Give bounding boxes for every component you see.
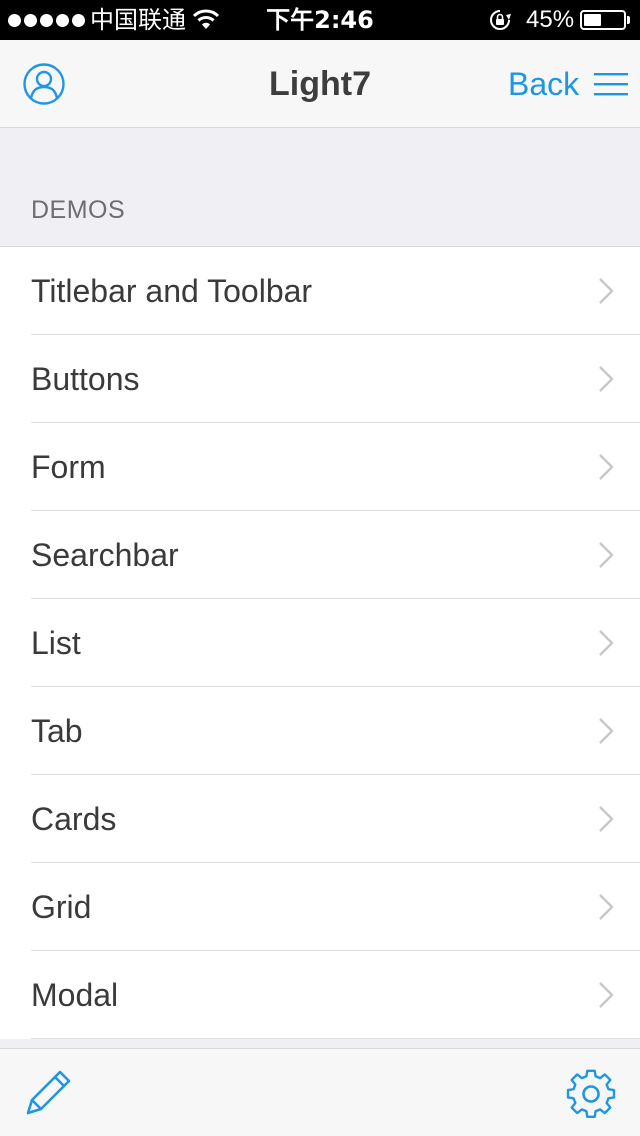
chevron-right-icon	[599, 894, 614, 920]
section-header: DEMOS	[31, 196, 126, 224]
chevron-right-icon	[599, 542, 614, 568]
list-item-label: Modal	[31, 977, 119, 1013]
list-item-modal[interactable]: Modal	[0, 951, 640, 1039]
list-item-titlebar-and-toolbar[interactable]: Titlebar and Toolbar	[0, 247, 640, 335]
list-item-grid[interactable]: Grid	[0, 863, 640, 951]
list-item-label: Titlebar and Toolbar	[31, 273, 313, 309]
app-screen: 中国联通 下午2:46 45% Light7 Back DEMOS Titleb…	[0, 0, 640, 1136]
list-item-label: Searchbar	[31, 537, 179, 573]
list-item-tab[interactable]: Tab	[0, 687, 640, 775]
chevron-right-icon	[599, 630, 614, 656]
battery-icon	[580, 10, 626, 30]
list-item-form[interactable]: Form	[0, 423, 640, 511]
list-item-label: Form	[31, 449, 106, 485]
chevron-right-icon	[599, 806, 614, 832]
list-item-buttons[interactable]: Buttons	[0, 335, 640, 423]
list-item-label: Grid	[31, 889, 92, 925]
bottom-toolbar	[0, 1048, 640, 1136]
list-item-label: List	[31, 625, 81, 661]
chevron-right-icon	[599, 718, 614, 744]
rotation-lock-icon	[490, 10, 511, 30]
chevron-right-icon	[599, 454, 614, 480]
battery-cap	[627, 16, 630, 24]
menu-icon[interactable]	[594, 70, 628, 98]
battery-percent: 45%	[526, 6, 575, 33]
navbar: Light7 Back	[0, 40, 640, 128]
status-bar: 中国联通 下午2:46 45%	[0, 0, 640, 40]
chevron-right-icon	[599, 366, 614, 392]
edit-pencil-icon[interactable]	[24, 1069, 72, 1117]
battery-level-fill	[584, 14, 601, 26]
list-item-cards[interactable]: Cards	[0, 775, 640, 863]
back-button[interactable]: Back	[508, 40, 579, 128]
list-item-list[interactable]: List	[0, 599, 640, 687]
list-item-searchbar[interactable]: Searchbar	[0, 511, 640, 599]
chevron-right-icon	[599, 278, 614, 304]
list-item-label: Tab	[31, 713, 83, 749]
chevron-right-icon	[599, 982, 614, 1008]
list-item-label: Cards	[31, 801, 117, 837]
demo-list: Titlebar and Toolbar Buttons Form Search…	[0, 246, 640, 1039]
list-item-label: Buttons	[31, 361, 140, 397]
settings-gear-icon[interactable]	[566, 1069, 616, 1119]
